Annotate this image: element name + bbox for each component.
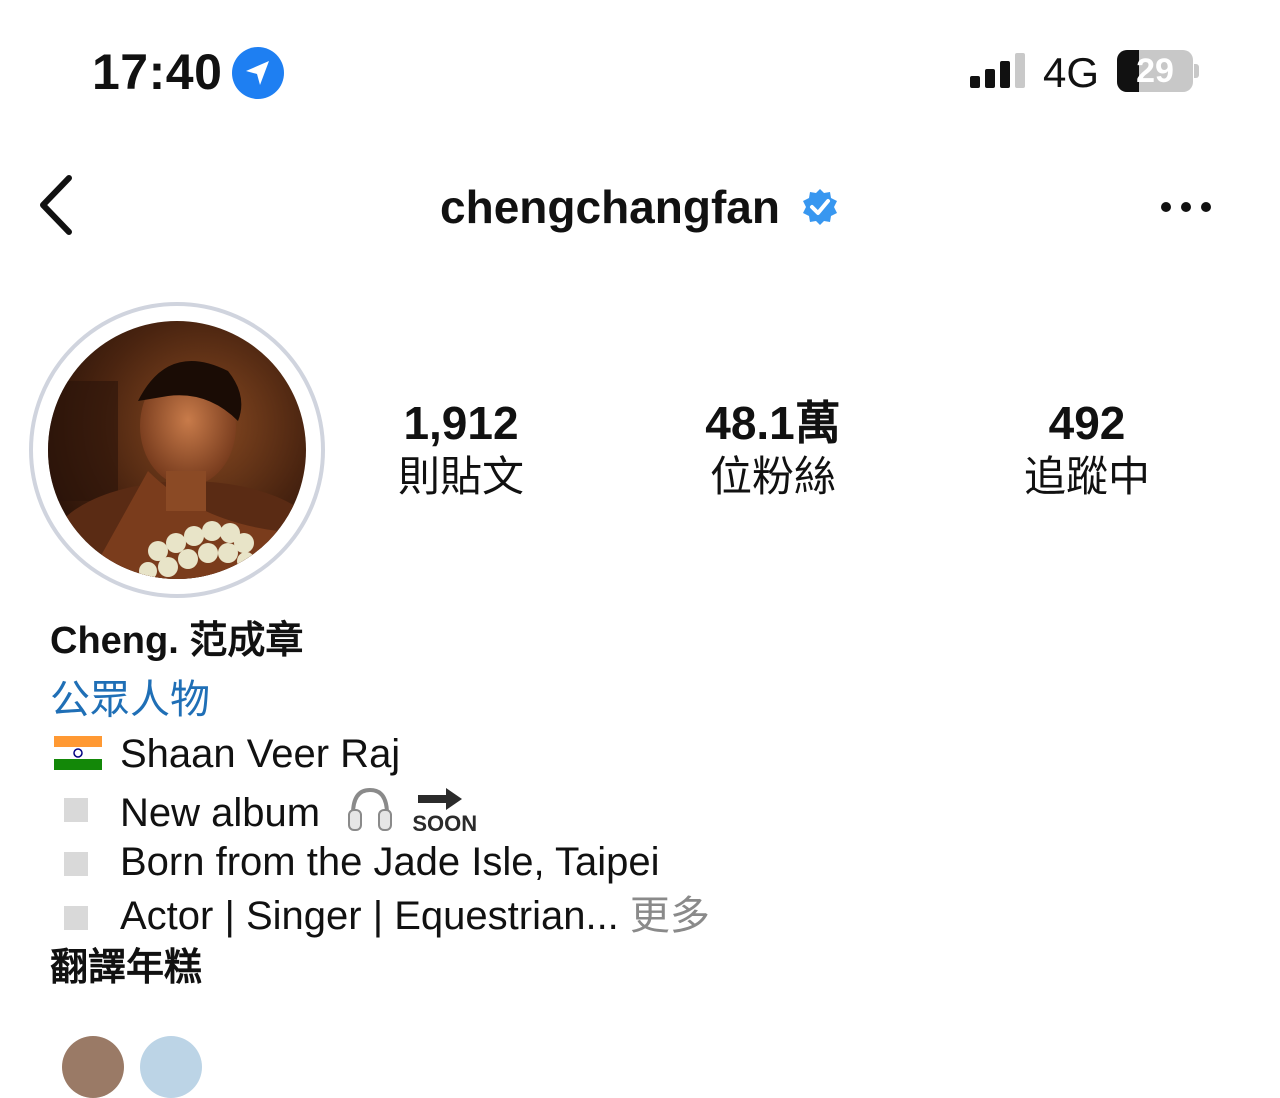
battery-cap — [1194, 64, 1199, 78]
right-arrow-icon — [418, 788, 463, 810]
location-arrow-icon — [232, 47, 284, 99]
bio-line-text: Shaan Veer Raj — [120, 732, 401, 776]
stat-posts-label: 則貼文 — [397, 453, 524, 500]
stat-followers[interactable]: 48.1萬 位粉絲 — [658, 398, 888, 504]
profile-username: chengchangfan — [0, 180, 1280, 234]
bio-line-text: New album SOON — [120, 784, 477, 837]
stat-followers-value: 48.1萬 — [705, 397, 841, 449]
stat-followers-label: 位粉絲 — [709, 453, 836, 500]
stat-following-label: 追蹤中 — [1023, 453, 1150, 500]
stat-posts-value: 1,912 — [403, 397, 519, 449]
bio-line-text-content: Actor | Singer | Equestrian... — [120, 894, 619, 938]
bio-line-text: Born from the Jade Isle, Taipei — [120, 840, 660, 884]
square-bullet-icon — [64, 906, 88, 930]
more-dots-icon[interactable] — [1158, 196, 1214, 218]
highlight-avatar[interactable] — [62, 1036, 124, 1098]
stat-posts[interactable]: 1,912 則貼文 — [346, 398, 576, 504]
avatar[interactable] — [48, 321, 306, 579]
username-text: chengchangfan — [440, 181, 780, 233]
soon-arrow-icon: SOON — [412, 786, 477, 836]
headphones-icon — [348, 787, 393, 831]
battery-percentage: 29 — [1136, 52, 1174, 90]
profile-category[interactable]: 公眾人物 — [50, 676, 210, 724]
india-flag-icon — [54, 736, 102, 770]
network-type: 4G — [1043, 49, 1100, 96]
bio-line-text: Actor | Singer | Equestrian... 更多 — [120, 892, 710, 940]
bio-line-text-content: New album — [120, 791, 321, 835]
soon-label: SOON — [412, 811, 478, 836]
profile-full-name: Cheng. 范成章 — [50, 620, 304, 662]
square-bullet-icon — [64, 852, 88, 876]
status-time: 17:40 — [92, 44, 223, 100]
battery-indicator: 29 — [1117, 50, 1193, 92]
more-link[interactable]: 更多 — [630, 894, 710, 938]
stat-following[interactable]: 492 追蹤中 — [972, 398, 1202, 504]
stat-following-value: 492 — [1048, 397, 1126, 449]
cellular-signal-icon — [970, 53, 1025, 88]
avatar-photo — [48, 321, 306, 579]
verified-badge-icon — [802, 189, 837, 225]
square-bullet-icon — [64, 798, 88, 822]
highlight-avatar[interactable] — [140, 1036, 202, 1098]
translate-button[interactable]: 翻譯年糕 — [50, 944, 202, 992]
